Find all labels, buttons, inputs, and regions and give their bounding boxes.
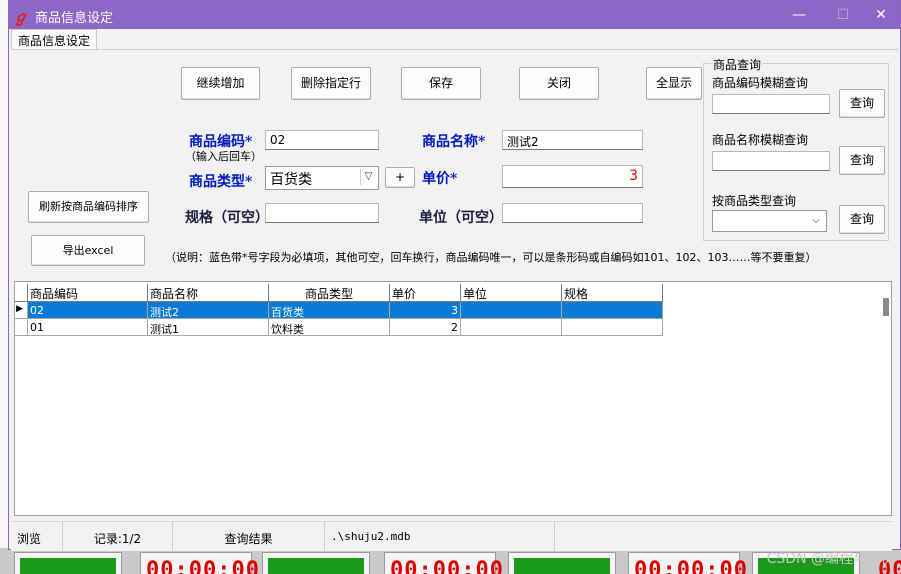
delete-row-button[interactable]: 删除指定行 xyxy=(291,67,371,100)
cell-price[interactable]: 2 xyxy=(390,319,461,336)
cell-type[interactable]: 百货类 xyxy=(269,302,390,319)
background-green-block xyxy=(20,558,116,574)
name-fuzzy-search-input[interactable] xyxy=(712,151,830,171)
status-database-file: .\shuju2.mdb xyxy=(325,522,555,552)
spec-label: 规格（可空） xyxy=(185,210,269,226)
cell-spec[interactable] xyxy=(562,302,663,319)
cell-code[interactable]: 01 xyxy=(28,319,148,336)
search-group-title: 商品查询 xyxy=(711,56,764,73)
product-type-label: 商品类型* xyxy=(189,174,253,190)
type-search-select[interactable]: ⌵ xyxy=(712,210,827,232)
screen: 00:00:00 00:00:00 00:00:00 00:00:00 CSDN… xyxy=(0,0,901,574)
cell-name[interactable]: 测试2 xyxy=(148,302,269,319)
background-green-block xyxy=(268,558,364,574)
app-logo-icon: ℊ xyxy=(13,8,29,26)
tab-product-settings[interactable]: 商品信息设定 xyxy=(11,29,98,50)
window-title: 商品信息设定 xyxy=(35,11,114,26)
type-search-label: 按商品类型查询 xyxy=(712,194,797,208)
unit-input[interactable] xyxy=(502,203,643,223)
vertical-scrollbar[interactable] xyxy=(883,298,889,316)
unit-price-input[interactable]: 3 xyxy=(502,165,643,188)
product-name-input[interactable]: 测试2 xyxy=(502,130,643,150)
background-green-block xyxy=(514,558,610,574)
product-type-select[interactable]: 百货类 ▽ xyxy=(265,166,379,190)
code-fuzzy-search-label: 商品编码模糊查询 xyxy=(712,76,809,90)
add-type-button[interactable]: + xyxy=(385,167,415,188)
instructions-note: （说明：蓝色带*号字段为必填项，其他可空，回车换行，商品编码唯一，可以是条形码或… xyxy=(165,251,817,264)
column-header-spec[interactable]: 规格 xyxy=(562,284,663,302)
product-settings-window: ℊ 商品信息设定 — ☐ ✕ 商品信息设定 继续增加 删除指定行 保存 关闭 全… xyxy=(8,0,901,552)
status-records: 记录:1/2 xyxy=(63,522,173,552)
status-bar: 浏览 记录:1/2 查询结果 .\shuju2.mdb xyxy=(11,521,892,552)
table-row[interactable]: ▶ 02 测试2 百货类 3 xyxy=(15,302,663,319)
spec-input[interactable] xyxy=(265,203,379,223)
query-type-button[interactable]: 查询 xyxy=(839,205,885,234)
product-grid[interactable]: 商品编码 商品名称 商品类型 单价 单位 规格 ▶ 02 测试2 百货类 3 0… xyxy=(14,281,892,516)
background-timer: 00:00:00 xyxy=(146,558,260,574)
column-header-price[interactable]: 单价 xyxy=(390,284,461,302)
chevron-down-icon: ⌵ xyxy=(812,215,820,226)
status-query-result: 查询结果 xyxy=(173,522,325,552)
row-header xyxy=(15,319,28,336)
column-header-unit[interactable]: 单位 xyxy=(461,284,562,302)
product-name-label: 商品名称* xyxy=(422,134,486,150)
row-header-corner xyxy=(15,284,28,302)
show-all-button[interactable]: 全显示 xyxy=(646,67,702,100)
save-button[interactable]: 保存 xyxy=(401,67,481,100)
background-timer: 00:00:00 xyxy=(634,558,748,574)
cell-code[interactable]: 02 xyxy=(28,302,148,319)
unit-label: 单位（可空） xyxy=(419,210,503,226)
cell-price[interactable]: 3 xyxy=(390,302,461,319)
table-row[interactable]: 01 测试1 饮料类 2 xyxy=(15,319,663,336)
query-code-button[interactable]: 查询 xyxy=(839,89,885,118)
continue-add-button[interactable]: 继续增加 xyxy=(181,67,260,100)
unit-price-label: 单价* xyxy=(422,171,458,187)
query-name-button[interactable]: 查询 xyxy=(839,146,885,175)
cell-type[interactable]: 饮料类 xyxy=(269,319,390,336)
column-header-code[interactable]: 商品编码 xyxy=(28,284,148,302)
status-empty-pane xyxy=(555,522,891,552)
close-icon[interactable]: ✕ xyxy=(867,5,895,25)
background-timer: 00:00:00 xyxy=(390,558,504,574)
column-header-type[interactable]: 商品类型 xyxy=(269,284,390,302)
product-code-input[interactable]: 02 xyxy=(265,130,379,150)
cell-spec[interactable] xyxy=(562,319,663,336)
minimize-icon[interactable]: — xyxy=(785,5,813,25)
cell-unit[interactable] xyxy=(461,319,562,336)
product-code-hint: （输入后回车） xyxy=(185,150,262,163)
close-button[interactable]: 关闭 xyxy=(519,67,599,100)
refresh-sort-button[interactable]: 刷新按商品编码排序 xyxy=(28,191,149,223)
tab-strip: 商品信息设定 xyxy=(9,29,900,50)
chevron-down-icon: ▽ xyxy=(360,169,376,185)
maximize-icon: ☐ xyxy=(836,7,850,23)
cell-unit[interactable] xyxy=(461,302,562,319)
code-fuzzy-search-input[interactable] xyxy=(712,94,830,114)
column-header-name[interactable]: 商品名称 xyxy=(148,284,269,302)
cell-name[interactable]: 测试1 xyxy=(148,319,269,336)
name-fuzzy-search-label: 商品名称模糊查询 xyxy=(712,133,809,147)
grid-header: 商品编码 商品名称 商品类型 单价 单位 规格 xyxy=(15,284,663,302)
product-type-value: 百货类 xyxy=(270,172,312,188)
current-row-indicator-icon: ▶ xyxy=(15,302,28,319)
title-bar: ℊ 商品信息设定 — ☐ ✕ xyxy=(9,1,900,29)
export-excel-button[interactable]: 导出excel xyxy=(31,235,145,266)
status-mode: 浏览 xyxy=(11,522,63,552)
